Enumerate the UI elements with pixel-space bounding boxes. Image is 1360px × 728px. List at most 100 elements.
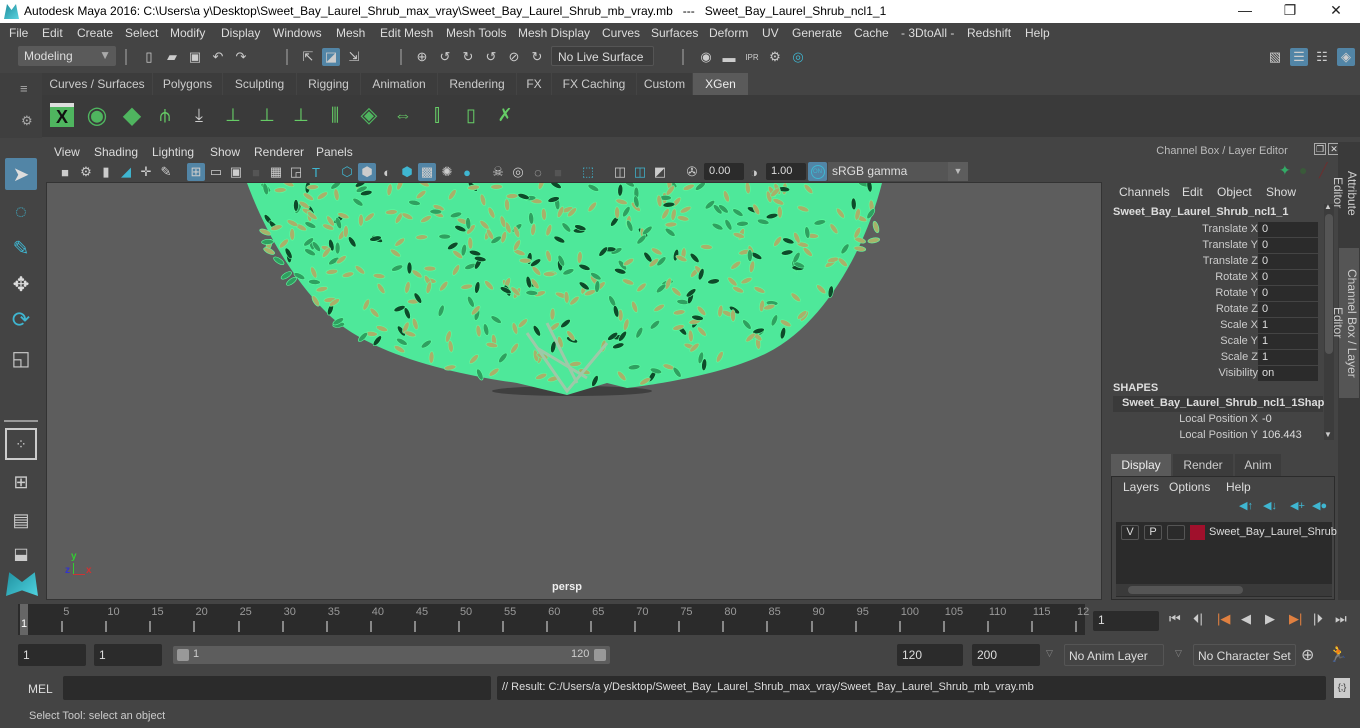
layer-hscrollbar[interactable] bbox=[1116, 584, 1332, 596]
film-gate-icon[interactable]: ▭ bbox=[207, 163, 225, 181]
time-slider-track[interactable]: 1 5 10 15 20 25 30 35 40 45 50 55 60 65 70 75 80 85 90 95 1… bbox=[18, 604, 1089, 635]
layer-visibility-toggle[interactable]: V bbox=[1121, 525, 1139, 540]
channel-attr-value[interactable]: 0 bbox=[1258, 254, 1318, 269]
menu-deform[interactable]: Deform bbox=[709, 26, 748, 40]
menu-redshift[interactable]: Redshift bbox=[967, 26, 1011, 40]
place-guides-icon[interactable]: ⤓ bbox=[183, 99, 215, 131]
menu-display[interactable]: Display bbox=[221, 26, 260, 40]
menu-windows[interactable]: Windows bbox=[273, 26, 322, 40]
color-space-dropdown[interactable]: sRGB gamma ▼ bbox=[828, 162, 968, 181]
depth-of-field-icon[interactable]: ◩ bbox=[651, 163, 669, 181]
textured-icon[interactable]: ⬢ bbox=[398, 163, 416, 181]
motion-blur-icon[interactable]: ◫ bbox=[631, 163, 649, 181]
attribute-editor-toggle-icon[interactable]: ☰ bbox=[1290, 48, 1308, 66]
paint-select-icon[interactable]: ✎ bbox=[5, 232, 37, 264]
modeling-toolkit-icon[interactable]: ▧ bbox=[1266, 48, 1284, 66]
exposure-icon[interactable]: ✇ bbox=[683, 163, 701, 181]
vp-menu-panels[interactable]: Panels bbox=[316, 145, 353, 159]
anim-layer-field[interactable]: No Anim Layer bbox=[1064, 644, 1164, 666]
live-surface-field[interactable]: No Live Surface bbox=[551, 46, 654, 66]
layer-name[interactable]: Sweet_Bay_Laurel_Shrub bbox=[1209, 526, 1337, 538]
channel-attr-row[interactable]: Visibility on bbox=[1106, 366, 1321, 382]
save-scene-icon[interactable]: ▣ bbox=[186, 48, 204, 66]
range-bar[interactable]: 1 120 bbox=[173, 646, 610, 664]
tab-fx[interactable]: FX bbox=[517, 73, 551, 95]
snap-surface-icon[interactable]: ⊘ bbox=[505, 48, 523, 66]
move-tool-icon[interactable]: ✥ bbox=[5, 268, 37, 300]
le-menu-help[interactable]: Help bbox=[1226, 480, 1251, 494]
xray-components-icon[interactable]: ◌ bbox=[529, 163, 547, 181]
menu-mesh-tools[interactable]: Mesh Tools bbox=[446, 26, 506, 40]
step-forward-frame-icon[interactable]: |⏵ bbox=[1313, 611, 1323, 627]
channel-attr-value[interactable]: 0 bbox=[1258, 222, 1318, 237]
menu-mesh-display[interactable]: Mesh Display bbox=[518, 26, 590, 40]
menu-generate[interactable]: Generate bbox=[792, 26, 842, 40]
menu-uv[interactable]: UV bbox=[762, 26, 779, 40]
menu-surfaces[interactable]: Surfaces bbox=[651, 26, 698, 40]
tool-settings-icon[interactable]: ☷ bbox=[1313, 48, 1331, 66]
image-plane-icon[interactable]: ◢ bbox=[117, 163, 135, 181]
add-guides-icon[interactable]: ⫛ bbox=[149, 99, 181, 131]
tab-channel-box-layer-editor[interactable]: Channel Box / Layer Editor bbox=[1331, 248, 1359, 398]
playback-start-field[interactable]: 1 bbox=[94, 644, 162, 666]
menu-set-dropdown[interactable]: Modeling ▼ bbox=[18, 46, 116, 66]
attract-guides-icon[interactable]: ⇔ bbox=[387, 99, 419, 131]
backface-culling-icon[interactable]: ■ bbox=[549, 163, 567, 181]
animation-start-field[interactable]: 1 bbox=[18, 644, 86, 666]
channel-attr-row[interactable]: Scale Y1 bbox=[1106, 334, 1321, 350]
select-hierarchy-icon[interactable]: ⇱ bbox=[299, 48, 317, 66]
color-management-toggle[interactable]: ON bbox=[808, 162, 827, 181]
tab-anim[interactable]: Anim bbox=[1235, 454, 1281, 476]
cb-menu-object[interactable]: Object bbox=[1217, 185, 1252, 199]
maximize-button[interactable]: ❐ bbox=[1270, 2, 1310, 19]
snap-view-icon[interactable]: ↺ bbox=[482, 48, 500, 66]
menu-create[interactable]: Create bbox=[77, 26, 113, 40]
menu-curves[interactable]: Curves bbox=[602, 26, 640, 40]
tab-custom[interactable]: Custom bbox=[637, 73, 692, 95]
channel-attr-value[interactable]: 1 bbox=[1258, 334, 1318, 349]
lasso-tool-icon[interactable]: ◌ bbox=[5, 196, 37, 228]
play-forward-icon[interactable]: ▶ bbox=[1265, 611, 1275, 627]
select-guides-icon[interactable]: ⫿ bbox=[421, 99, 453, 131]
layer-color-swatch[interactable] bbox=[1190, 525, 1205, 540]
tab-rendering[interactable]: Rendering bbox=[438, 73, 516, 95]
menu-modify[interactable]: Modify bbox=[170, 26, 205, 40]
render-view-icon[interactable]: ◉ bbox=[697, 48, 715, 66]
snap-live-icon[interactable]: ↻ bbox=[528, 48, 546, 66]
vp-menu-shading[interactable]: Shading bbox=[94, 145, 138, 159]
animation-end-field[interactable]: 200 bbox=[972, 644, 1040, 666]
guide-bounding-icon[interactable]: ▯ bbox=[455, 99, 487, 131]
xgen-window-icon[interactable]: X bbox=[46, 99, 78, 131]
add-guide-icon[interactable]: ⊥ bbox=[217, 99, 249, 131]
shrub-model[interactable] bbox=[47, 183, 1102, 600]
menu-3dtoall[interactable]: - 3DtoAll - bbox=[901, 26, 954, 40]
le-menu-layers[interactable]: Layers bbox=[1123, 480, 1159, 494]
move-layer-up-icon[interactable]: ◀↑ bbox=[1239, 499, 1253, 512]
outliner-layout-icon[interactable]: ▤ bbox=[5, 504, 37, 536]
four-view-layout-icon[interactable]: ⊞ bbox=[5, 466, 37, 498]
anim-layer-dropdown-icon[interactable]: ▽ bbox=[1046, 648, 1053, 659]
tab-curves-surfaces[interactable]: Curves / Surfaces bbox=[42, 73, 152, 95]
render-frame-icon[interactable]: ▬ bbox=[720, 48, 738, 66]
select-tool-icon[interactable]: ➤ bbox=[5, 158, 37, 190]
tab-attribute-editor[interactable]: Attribute Editor bbox=[1331, 148, 1359, 238]
redo-icon[interactable]: ↷ bbox=[232, 48, 250, 66]
undo-icon[interactable]: ↶ bbox=[209, 48, 227, 66]
camera-icon[interactable]: ■ bbox=[56, 163, 74, 181]
layer-type-toggle[interactable] bbox=[1167, 525, 1185, 540]
bookmark-icon[interactable]: ▮ bbox=[97, 163, 115, 181]
channel-attr-value[interactable]: 0 bbox=[1258, 302, 1318, 317]
graph-layout-icon[interactable]: ⬓ bbox=[5, 538, 37, 570]
open-scene-icon[interactable]: ▰ bbox=[163, 48, 181, 66]
safe-title-icon[interactable]: T bbox=[307, 163, 325, 181]
snap-grid-icon[interactable]: ⊕ bbox=[413, 48, 431, 66]
resolution-gate-icon[interactable]: ▣ bbox=[227, 163, 245, 181]
channel-attr-value[interactable]: 0 bbox=[1258, 270, 1318, 285]
move-layer-down-icon[interactable]: ◀↓ bbox=[1263, 499, 1277, 512]
channel-attr-row[interactable]: Scale X1 bbox=[1106, 318, 1321, 334]
shadows-icon[interactable]: ✺ bbox=[438, 163, 456, 181]
layer-row[interactable]: V P Sweet_Bay_Laurel_Shrub bbox=[1116, 525, 1337, 543]
render-settings-icon[interactable]: ⚙ bbox=[766, 48, 784, 66]
close-button[interactable]: ✕ bbox=[1316, 2, 1356, 19]
tab-polygons[interactable]: Polygons bbox=[153, 73, 222, 95]
